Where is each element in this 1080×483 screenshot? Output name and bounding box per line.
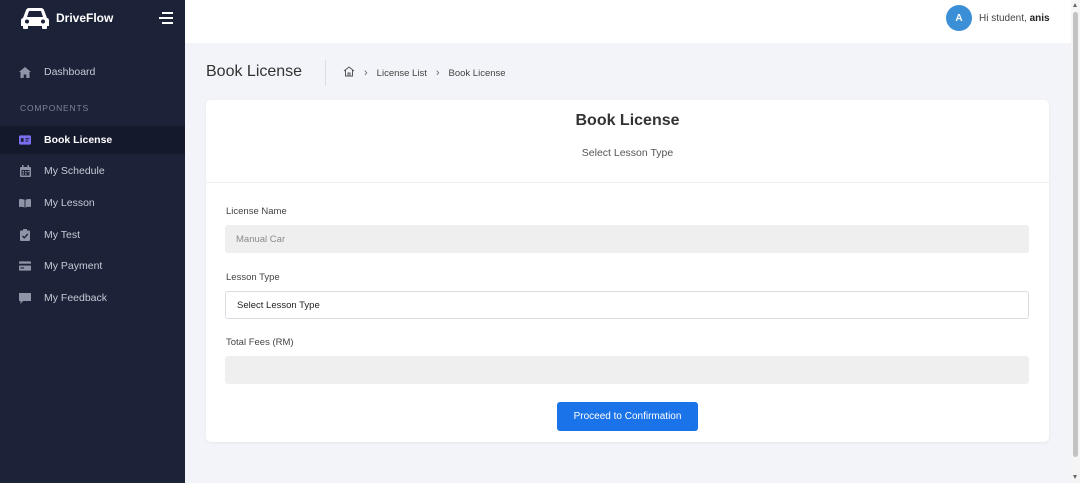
app-name: DriveFlow <box>56 11 114 25</box>
sidebar-item-book-license[interactable]: Book License <box>0 126 185 154</box>
greeting-text: Hi student, <box>979 13 1027 24</box>
calendar-icon <box>19 165 31 177</box>
home-icon <box>19 66 31 78</box>
sidebar-item-label: Book License <box>44 134 113 146</box>
comment-icon <box>19 292 31 304</box>
section-title: COMPONENTS <box>20 103 89 113</box>
breadcrumb-license-list[interactable]: License List <box>377 68 427 79</box>
sidebar-item-label: My Lesson <box>44 197 95 209</box>
chevron-right-icon: › <box>364 67 368 79</box>
clipboard-check-icon <box>19 229 31 241</box>
sidebar-item-label: Dashboard <box>44 66 96 78</box>
car-logo-icon <box>21 8 49 29</box>
menu-toggle-icon[interactable] <box>157 12 173 26</box>
brand[interactable]: DriveFlow <box>20 6 113 30</box>
avatar[interactable]: A <box>946 5 972 31</box>
credit-card-icon <box>19 260 31 272</box>
card-subtitle: Select Lesson Type <box>581 147 674 159</box>
sidebar-item-label: My Test <box>44 229 80 241</box>
topbar: A Hi student, anis <box>185 0 1071 43</box>
sidebar-item-my-schedule[interactable]: My Schedule <box>0 157 185 185</box>
sidebar-item-my-test[interactable]: My Test <box>0 221 185 249</box>
book-icon <box>19 197 31 209</box>
sidebar-item-dashboard[interactable]: Dashboard <box>0 58 185 86</box>
breadcrumb-current: Book License <box>448 67 506 79</box>
sidebar-item-my-feedback[interactable]: My Feedback <box>0 284 185 312</box>
sidebar-item-label: My Feedback <box>44 292 108 304</box>
sidebar-item-label: My Schedule <box>44 165 105 177</box>
scroll-down-arrow-icon[interactable] <box>1073 475 1077 479</box>
breadcrumb: › License List › Book License <box>343 66 506 80</box>
card-title: Book License <box>575 112 680 129</box>
lesson-type-select[interactable]: Select Lesson Type <box>225 291 1029 319</box>
chevron-right-icon: › <box>435 67 440 79</box>
sidebar: DriveFlow Dashboard COMPONENTS Book Lice… <box>0 0 185 483</box>
username: anis <box>1029 13 1050 24</box>
page-title: Book License <box>206 63 303 80</box>
home-icon[interactable] <box>343 66 355 80</box>
sidebar-item-my-payment[interactable]: My Payment <box>0 252 185 280</box>
license-name-field: Manual Car <box>225 225 1029 253</box>
scroll-up-arrow-icon[interactable] <box>1073 3 1077 7</box>
scrollbar-thumb[interactable] <box>1073 12 1078 457</box>
id-card-icon <box>19 134 31 146</box>
total-fees-label: Total Fees (RM) <box>226 337 294 348</box>
scrollbar[interactable] <box>1071 0 1080 483</box>
user-greeting[interactable]: Hi student, anis <box>979 13 1050 24</box>
license-name-label: License Name <box>226 206 287 217</box>
header-divider <box>325 60 326 86</box>
sidebar-item-label: My Payment <box>44 260 103 272</box>
sidebar-item-my-lesson[interactable]: My Lesson <box>0 189 185 217</box>
proceed-button[interactable]: Proceed to Confirmation <box>557 402 698 431</box>
lesson-type-label: Lesson Type <box>226 272 280 283</box>
book-license-card: Book License Select Lesson Type License … <box>206 100 1049 442</box>
card-divider <box>206 182 1049 183</box>
total-fees-field <box>225 356 1029 384</box>
